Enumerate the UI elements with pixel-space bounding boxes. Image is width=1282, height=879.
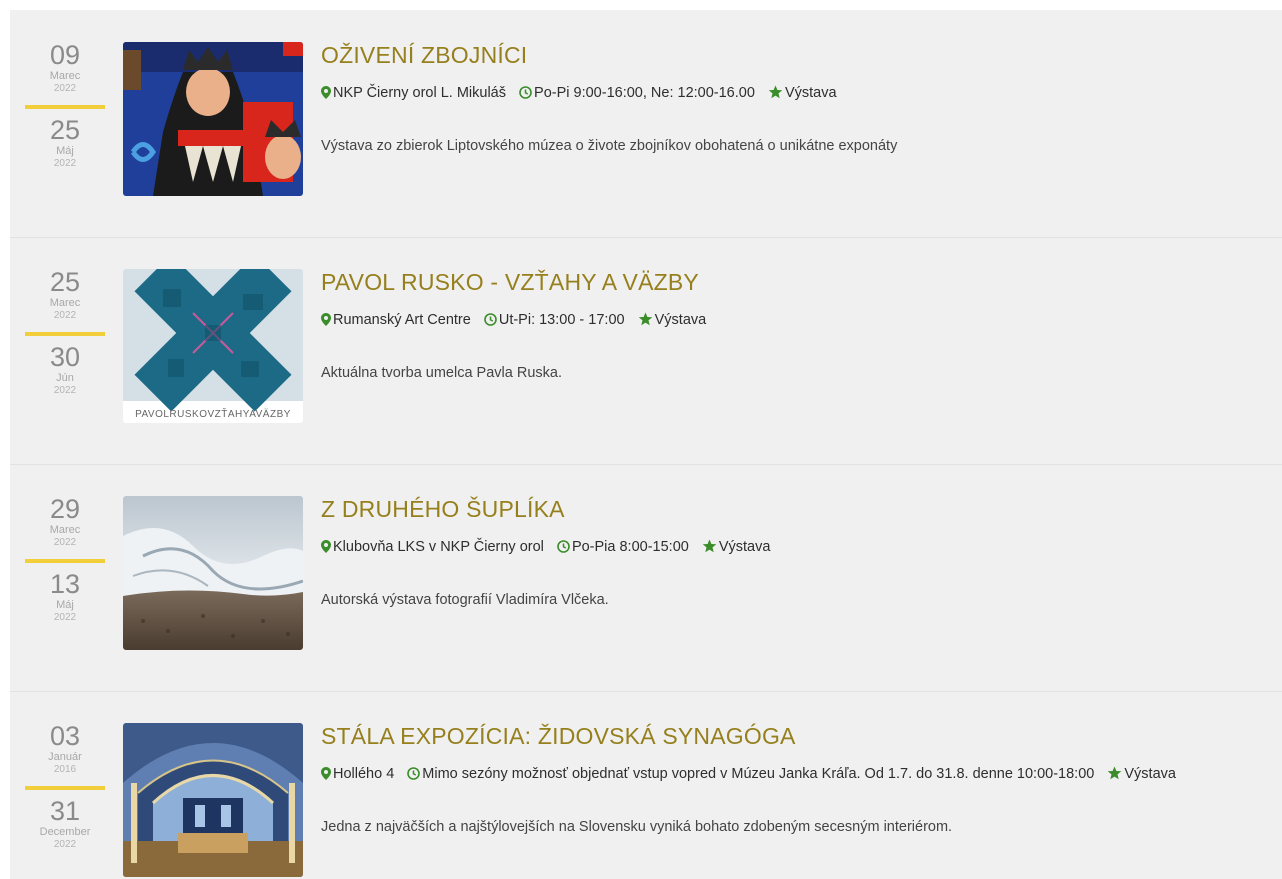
start-day: 03 xyxy=(49,721,81,751)
clock-icon xyxy=(519,86,532,99)
start-year: 2022 xyxy=(53,310,77,321)
star-icon xyxy=(702,539,717,553)
end-day: 31 xyxy=(49,796,81,826)
start-day: 29 xyxy=(49,494,81,524)
event-location: Rumanský Art Centre xyxy=(321,312,475,328)
end-month: Máj xyxy=(56,145,74,157)
event-hours-text: Mimo sezóny možnosť objednať vstup vopre… xyxy=(422,766,1095,782)
map-marker-icon xyxy=(321,540,331,553)
event-item: 03 Január 2016 31 December 2022 STÁLA EX… xyxy=(10,691,1282,879)
event-location: Klubovňa LKS v NKP Čierny orol xyxy=(321,539,548,555)
date-divider xyxy=(25,105,105,109)
event-hours: Ut-Pi: 13:00 - 17:00 xyxy=(484,312,629,328)
event-location-text: Hollého 4 xyxy=(333,766,395,782)
end-year: 2022 xyxy=(53,839,77,850)
event-date-range: 03 Január 2016 31 December 2022 xyxy=(24,721,106,851)
event-meta: Hollého 4 Mimo sezóny možnosť objednať v… xyxy=(321,766,1185,782)
end-day: 13 xyxy=(49,569,81,599)
start-day: 09 xyxy=(49,40,81,70)
event-meta: NKP Čierny orol L. Mikuláš Po-Pi 9:00-16… xyxy=(321,85,846,101)
event-title[interactable]: OŽIVENÍ ZBOJNÍCI xyxy=(321,42,527,69)
event-description: Výstava zo zbierok Liptovského múzea o ž… xyxy=(321,138,898,154)
event-category-text: Výstava xyxy=(718,539,771,555)
end-year: 2022 xyxy=(53,612,77,623)
event-hours-text: Po-Pi 9:00-16:00, Ne: 12:00-16.00 xyxy=(534,85,755,101)
event-category-text: Výstava xyxy=(1124,766,1176,782)
event-hours-text: Ut-Pi: 13:00 - 17:00 xyxy=(498,312,625,328)
start-year: 2016 xyxy=(53,764,77,775)
event-date-range: 29 Marec 2022 13 Máj 2022 xyxy=(24,494,106,624)
event-item: 25 Marec 2022 30 Jún 2022 PAVOLRUSKOVZŤA… xyxy=(10,237,1282,465)
event-title[interactable]: STÁLA EXPOZÍCIA: ŽIDOVSKÁ SYNAGÓGA xyxy=(321,723,796,750)
start-year: 2022 xyxy=(53,537,77,548)
start-year: 2022 xyxy=(53,83,77,94)
event-title[interactable]: Z DRUHÉHO ŠUPLÍKA xyxy=(321,496,565,523)
map-marker-icon xyxy=(321,767,331,780)
event-description: Jedna z najväčších a najštýlovejších na … xyxy=(321,819,953,835)
event-thumbnail[interactable] xyxy=(123,723,303,877)
end-year: 2022 xyxy=(53,158,77,169)
map-marker-icon xyxy=(321,313,331,326)
event-category-text: Výstava xyxy=(784,85,837,101)
event-location-text: NKP Čierny orol L. Mikuláš xyxy=(333,85,506,101)
event-location-text: Rumanský Art Centre xyxy=(333,312,471,328)
end-month: Máj xyxy=(56,599,74,611)
event-location-text: Klubovňa LKS v NKP Čierny orol xyxy=(333,539,544,555)
start-day: 25 xyxy=(49,267,81,297)
start-month: Marec xyxy=(49,524,81,536)
event-hours: Mimo sezóny možnosť objednať vstup vopre… xyxy=(407,766,1098,782)
event-thumbnail[interactable] xyxy=(123,42,303,196)
date-divider xyxy=(25,332,105,336)
event-category: Výstava xyxy=(768,85,837,101)
event-title[interactable]: PAVOL RUSKO - VZŤAHY A VÄZBY xyxy=(321,269,699,296)
star-icon xyxy=(638,312,652,326)
clock-icon xyxy=(407,767,421,780)
date-divider xyxy=(25,786,105,790)
event-category: Výstava xyxy=(638,312,707,328)
end-year: 2022 xyxy=(53,385,77,396)
event-category: Výstava xyxy=(1107,766,1176,782)
star-icon xyxy=(768,85,783,99)
event-item: 29 Marec 2022 13 Máj 2022 Z DRUHÉHO ŠUPL… xyxy=(10,464,1282,692)
event-location: Hollého 4 xyxy=(321,766,398,782)
event-location: NKP Čierny orol L. Mikuláš xyxy=(321,85,510,101)
clock-icon xyxy=(557,540,570,553)
event-hours: Po-Pi 9:00-16:00, Ne: 12:00-16.00 xyxy=(519,85,759,101)
start-month: Marec xyxy=(49,70,81,82)
event-list: 09 Marec 2022 25 Máj 2022 OŽIVENÍ ZBOJNÍ… xyxy=(10,10,1282,879)
event-meta: Klubovňa LKS v NKP Čierny orol Po-Pia 8:… xyxy=(321,539,779,555)
event-item: 09 Marec 2022 25 Máj 2022 OŽIVENÍ ZBOJNÍ… xyxy=(10,10,1282,238)
start-month: Január xyxy=(48,751,82,763)
event-category-text: Výstava xyxy=(654,312,707,328)
map-marker-icon xyxy=(321,86,331,99)
thumbnail-caption: PAVOLRUSKOVZŤAHYAVÄZBY xyxy=(135,407,291,420)
event-description: Autorská výstava fotografií Vladimíra Vl… xyxy=(321,592,609,608)
event-thumbnail[interactable]: PAVOLRUSKOVZŤAHYAVÄZBY xyxy=(123,269,303,423)
start-month: Marec xyxy=(49,297,81,309)
end-month: Jún xyxy=(56,372,74,384)
end-day: 25 xyxy=(49,115,81,145)
end-day: 30 xyxy=(49,342,81,372)
event-hours: Po-Pia 8:00-15:00 xyxy=(557,539,693,555)
event-meta: Rumanský Art Centre Ut-Pi: 13:00 - 17:00… xyxy=(321,312,715,328)
clock-icon xyxy=(484,313,497,326)
date-divider xyxy=(25,559,105,563)
event-description: Aktuálna tvorba umelca Pavla Ruska. xyxy=(321,365,562,381)
event-thumbnail[interactable] xyxy=(123,496,303,650)
event-hours-text: Po-Pia 8:00-15:00 xyxy=(571,539,689,555)
event-category: Výstava xyxy=(702,539,771,555)
event-date-range: 25 Marec 2022 30 Jún 2022 xyxy=(24,267,106,397)
event-date-range: 09 Marec 2022 25 Máj 2022 xyxy=(24,40,106,170)
end-month: December xyxy=(39,826,91,838)
star-icon xyxy=(1108,766,1122,780)
